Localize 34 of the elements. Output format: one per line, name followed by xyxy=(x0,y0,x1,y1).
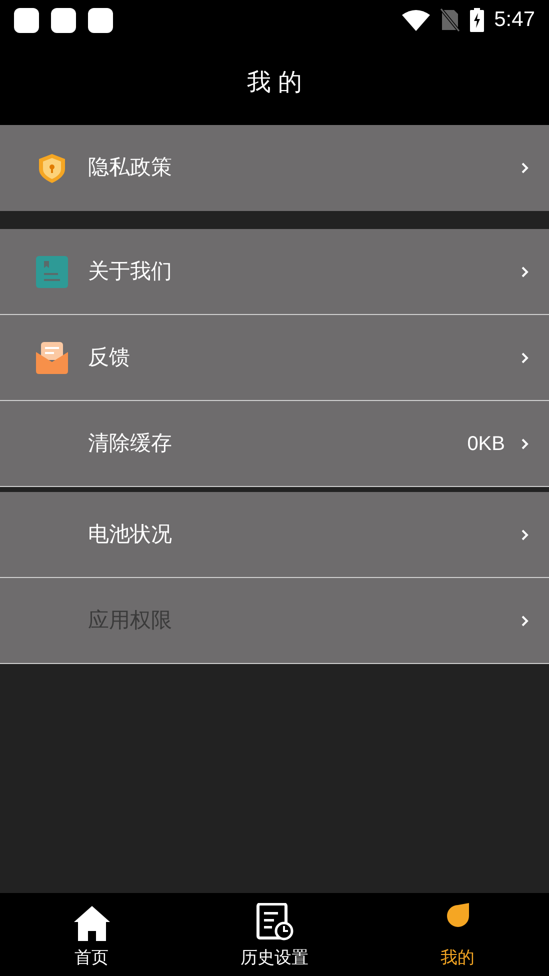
menu-item[interactable]: 关于我们 xyxy=(0,229,549,315)
menu-label: 清除缓存 xyxy=(88,430,172,457)
menu-item[interactable]: 清除缓存 0KB xyxy=(0,401,549,487)
menu-item[interactable]: 反馈 xyxy=(0,315,549,401)
notification-icon xyxy=(51,8,76,32)
chevron-icon xyxy=(521,614,529,626)
wifi-icon xyxy=(402,9,430,31)
shield-icon xyxy=(36,152,68,184)
nav-tab[interactable]: 历史设置 xyxy=(183,893,366,976)
nav-tab[interactable]: 我的 xyxy=(366,893,549,976)
chevron-icon xyxy=(521,438,529,450)
menu-label: 电池状况 xyxy=(88,522,172,548)
menu-label: 隐私政策 xyxy=(88,155,172,182)
chevron-icon xyxy=(521,266,529,278)
envelope-icon xyxy=(36,342,68,374)
notification-icon xyxy=(14,8,39,32)
chevron-icon xyxy=(521,528,529,540)
menu-label: 关于我们 xyxy=(88,258,172,285)
menu-item[interactable]: 隐私政策 xyxy=(0,125,549,211)
cache-size: 0KB xyxy=(467,432,505,456)
battery-icon xyxy=(470,8,484,32)
notification-icon xyxy=(88,8,113,32)
menu-item[interactable]: 电池状况 xyxy=(0,492,549,578)
no-sim-icon xyxy=(440,8,460,32)
home-icon xyxy=(72,905,110,941)
clock: 5:47 xyxy=(494,7,535,34)
nav-tab[interactable]: 首页 xyxy=(0,893,183,976)
chevron-icon xyxy=(521,352,529,364)
menu-label: 反馈 xyxy=(88,344,130,371)
chevron-icon xyxy=(521,162,529,174)
page-title: 我 的 xyxy=(247,68,302,98)
drop-icon xyxy=(446,903,468,927)
contact-card-icon xyxy=(36,256,68,288)
document-clock-icon xyxy=(256,903,294,941)
